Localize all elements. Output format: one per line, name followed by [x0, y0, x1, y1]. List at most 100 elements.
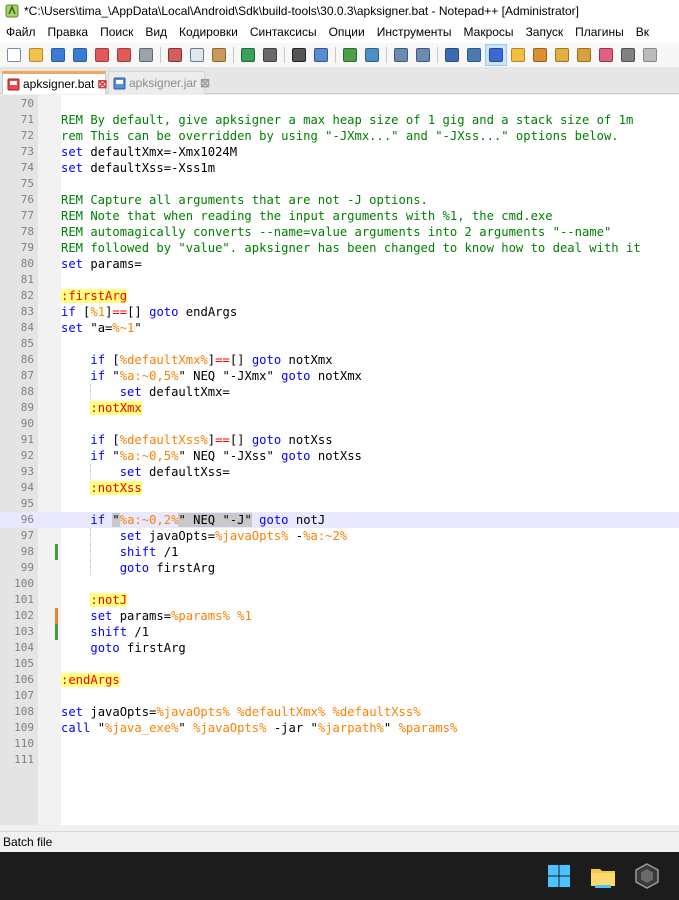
sync-vertical-button[interactable] [390, 44, 412, 66]
record-macro-button[interactable] [617, 44, 639, 66]
code-line[interactable]: 81 [0, 272, 679, 288]
code-line[interactable]: 101 :notJ [0, 592, 679, 608]
copy-button[interactable] [186, 44, 208, 66]
code-line[interactable]: 92 if "%a:~0,5%" NEQ "-JXss" goto notXss [0, 448, 679, 464]
save-button[interactable] [47, 44, 69, 66]
more-button[interactable] [639, 44, 661, 66]
menu-settings[interactable]: Опции [323, 22, 371, 43]
code-line[interactable]: 103 shift /1 [0, 624, 679, 640]
line-number: 100 [14, 577, 34, 590]
code-line[interactable]: 83 if [%1]==[] goto endArgs [0, 304, 679, 320]
document-map-button[interactable] [529, 44, 551, 66]
code-token: notXss [310, 449, 362, 463]
code-line[interactable]: 102 set params=%params% %1 [0, 608, 679, 624]
menu-language[interactable]: Синтаксисы [244, 22, 323, 43]
code-line[interactable]: 70 [0, 96, 679, 112]
code-line[interactable]: 76 REM Capture all arguments that are not… [0, 192, 679, 208]
tab-close-icon[interactable]: ⊠ [97, 78, 107, 90]
code-line[interactable]: 95 [0, 496, 679, 512]
code-line[interactable]: 109 call "%java_exe%" %javaOpts% -jar "%j… [0, 720, 679, 736]
word-wrap-button[interactable] [441, 44, 463, 66]
cut-button[interactable] [164, 44, 186, 66]
code-line[interactable]: 91 if [%defaultXss%]==[] goto notXss [0, 432, 679, 448]
print-button[interactable] [135, 44, 157, 66]
code-line[interactable]: 78 REM automagically converts --name=valu… [0, 224, 679, 240]
code-text: set defaultXmx= [61, 384, 230, 400]
code-line[interactable]: 106:endArgs [0, 672, 679, 688]
function-list-button[interactable] [551, 44, 573, 66]
code-line[interactable]: 72 rem This can be overridden by using "-… [0, 128, 679, 144]
new-file-button[interactable] [3, 44, 25, 66]
code-line[interactable]: 82:firstArg [0, 288, 679, 304]
menu-file[interactable]: Файл [0, 22, 42, 43]
code-line[interactable]: 107 [0, 688, 679, 704]
folder-workspace-button[interactable] [573, 44, 595, 66]
code-line[interactable]: 93 set defaultXss= [0, 464, 679, 480]
code-line[interactable]: 89 :notXmx [0, 400, 679, 416]
code-line[interactable]: 104 goto firstArg [0, 640, 679, 656]
copy-icon [190, 48, 204, 62]
code-line[interactable]: 98 shift /1 [0, 544, 679, 560]
indent-guide-button[interactable] [485, 44, 507, 66]
tab-close-icon[interactable]: ⊠ [200, 77, 210, 89]
code-line[interactable]: 94 :notXss [0, 480, 679, 496]
file-explorer-icon[interactable] [589, 862, 617, 890]
redo-icon [263, 48, 277, 62]
code-line[interactable]: 87 if "%a:~0,5%" NEQ "-JXmx" goto notXmx [0, 368, 679, 384]
monitoring-button[interactable] [595, 44, 617, 66]
menu-encoding[interactable]: Кодировки [173, 22, 244, 43]
code-line[interactable]: 80 set params= [0, 256, 679, 272]
close-button[interactable] [91, 44, 113, 66]
code-line[interactable]: 86 if [%defaultXmx%]==[] goto notXmx [0, 352, 679, 368]
code-line[interactable]: 99 goto firstArg [0, 560, 679, 576]
code-line[interactable]: 79 REM followed by "value". apksigner has… [0, 240, 679, 256]
code-line[interactable]: 84 set "a=%~1" [0, 320, 679, 336]
sync-horizontal-button[interactable] [412, 44, 434, 66]
code-line[interactable]: 96 if "%a:~0,2%" NEQ "-J" goto notJ [0, 512, 679, 528]
save-all-button[interactable] [69, 44, 91, 66]
menu-plugins[interactable]: Плагины [569, 22, 630, 43]
undo-button[interactable] [237, 44, 259, 66]
start-icon[interactable] [545, 862, 573, 890]
more-icon [643, 48, 657, 62]
menu-view[interactable]: Вид [139, 22, 173, 43]
code-line[interactable]: 108 set javaOpts=%javaOpts% %defaultXmx% … [0, 704, 679, 720]
menu-run[interactable]: Запуск [520, 22, 570, 43]
code-text: if "%a:~0,5%" NEQ "-JXss" goto notXss [61, 448, 362, 464]
code-line[interactable]: 111 [0, 752, 679, 768]
close-all-button[interactable] [113, 44, 135, 66]
code-line[interactable]: 74 set defaultXss=-Xss1m [0, 160, 679, 176]
code-line[interactable]: 75 [0, 176, 679, 192]
redo-button[interactable] [259, 44, 281, 66]
zoom-in-button[interactable] [339, 44, 361, 66]
code-line[interactable]: 110 [0, 736, 679, 752]
menu-edit[interactable]: Правка [42, 22, 95, 43]
show-all-chars-button[interactable] [463, 44, 485, 66]
tab-apksigner-bat[interactable]: apksigner.bat ⊠ [2, 71, 107, 94]
code-token: " [178, 721, 194, 735]
code-line[interactable]: 100 [0, 576, 679, 592]
code-line[interactable]: 77 REM Note that when reading the input a… [0, 208, 679, 224]
find-button[interactable] [288, 44, 310, 66]
replace-button[interactable] [310, 44, 332, 66]
code-token: if [90, 449, 106, 463]
code-line[interactable]: 85 [0, 336, 679, 352]
paste-button[interactable] [208, 44, 230, 66]
open-file-button[interactable] [25, 44, 47, 66]
toolbar-separator [160, 47, 161, 63]
code-line[interactable]: 90 [0, 416, 679, 432]
menu-tools[interactable]: Инструменты [371, 22, 458, 43]
code-editor[interactable]: 70 71 REM By default, give apksigner a max… [0, 95, 679, 825]
tab-apksigner-jar[interactable]: apksigner.jar ⊠ [108, 71, 210, 94]
code-line[interactable]: 97 set javaOpts=%javaOpts% -%a:~2% [0, 528, 679, 544]
menu-search[interactable]: Поиск [94, 22, 139, 43]
app-icon[interactable] [633, 862, 661, 890]
zoom-out-button[interactable] [361, 44, 383, 66]
code-line[interactable]: 71 REM By default, give apksigner a max h… [0, 112, 679, 128]
code-line[interactable]: 73 set defaultXmx=-Xmx1024M [0, 144, 679, 160]
menu-macro[interactable]: Макросы [458, 22, 520, 43]
user-language-button[interactable] [507, 44, 529, 66]
menu-window[interactable]: Вк [630, 22, 655, 43]
code-line[interactable]: 105 [0, 656, 679, 672]
code-line[interactable]: 88 set defaultXmx= [0, 384, 679, 400]
